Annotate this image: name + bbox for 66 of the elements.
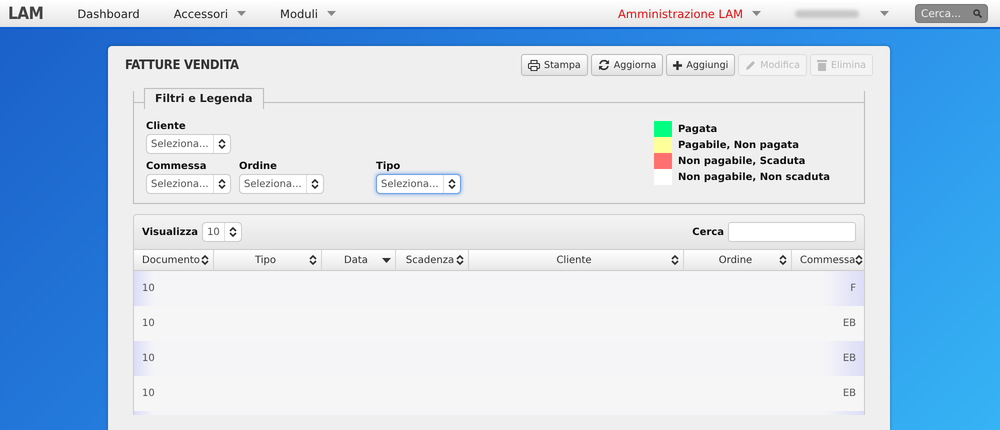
column-header[interactable]: Ordine	[684, 250, 792, 270]
legend-label: Pagata	[678, 124, 718, 134]
sort-icon	[228, 227, 237, 237]
page-length-select[interactable]: 10	[202, 222, 242, 242]
toolbar-button[interactable]: Stampa	[521, 54, 588, 76]
nav-menu-item[interactable]: Dashboard	[77, 6, 140, 20]
search-field[interactable]: Cerca...	[915, 4, 988, 23]
legend-label: Non pagabile, Scaduta	[678, 156, 806, 166]
column-header[interactable]: Scadenza	[396, 250, 469, 270]
printer-icon	[528, 60, 540, 70]
table-cell-text: F	[849, 283, 857, 294]
table-cell-text: EB	[842, 318, 857, 329]
caret-icon	[237, 11, 246, 16]
table-cell-text: 10	[141, 353, 156, 364]
user-menu[interactable]	[795, 10, 889, 18]
column-header[interactable]: Tipo	[214, 250, 322, 270]
sort-icon	[456, 255, 464, 265]
select-field[interactable]: Seleziona...	[376, 174, 461, 194]
legend-label: Pagabile, Non pagata	[678, 140, 799, 150]
sort-icon	[448, 179, 456, 189]
column-header[interactable]: Cliente	[469, 250, 684, 270]
table-cell-text: EB	[842, 353, 857, 364]
pencil-icon	[745, 60, 756, 70]
field-label: Commessa	[146, 161, 208, 172]
sort-icon	[201, 255, 209, 265]
length-label: Visualizza	[142, 226, 198, 238]
blurred-username	[795, 10, 859, 18]
plus-icon	[673, 60, 682, 70]
sort-descending-icon	[382, 258, 391, 262]
column-header[interactable]: Data	[322, 250, 396, 270]
field-label: Cliente	[146, 121, 187, 132]
trash-icon	[816, 59, 827, 71]
toolbar-button[interactable]: Aggiungi	[666, 54, 736, 76]
admin-menu-item[interactable]: Amministrazione LAM	[618, 6, 761, 20]
field-label: Ordine	[239, 161, 278, 172]
select-field[interactable]: Seleziona...	[146, 174, 231, 194]
sort-icon	[309, 255, 317, 265]
fieldset-legend: Filtri e Legenda	[144, 88, 264, 109]
select-field[interactable]: Seleziona...	[146, 134, 231, 154]
caret-icon	[880, 11, 889, 16]
caret-icon	[752, 11, 761, 16]
column-header[interactable]: Documento	[134, 250, 214, 270]
select-field[interactable]: Seleziona...	[239, 174, 324, 194]
table-cell-text: EB	[842, 388, 857, 399]
nav-menu-item[interactable]: Moduli	[280, 6, 336, 20]
search-field[interactable]	[728, 222, 856, 242]
search-label: Cerca	[692, 226, 724, 238]
nav-menu-item[interactable]: Accessori	[174, 6, 246, 20]
sort-icon	[671, 255, 679, 265]
sort-icon	[218, 179, 226, 189]
table-cell-text: 10	[141, 388, 156, 399]
search-icon	[973, 9, 982, 18]
brand-logo[interactable]: LAM	[8, 4, 44, 24]
table-cell-text: 10	[141, 318, 156, 329]
sort-icon	[310, 179, 319, 189]
field-label: Tipo	[376, 161, 402, 172]
table-cell-text: 10	[141, 283, 156, 294]
column-header[interactable]: Commessa	[792, 250, 864, 270]
refresh-icon	[598, 59, 610, 71]
sort-icon	[855, 255, 864, 265]
legend-label: Non pagabile, Non scaduta	[678, 172, 830, 182]
caret-icon	[326, 11, 336, 16]
sort-icon	[779, 255, 787, 265]
toolbar-button[interactable]: Aggiorna	[590, 54, 664, 76]
sort-icon	[218, 139, 226, 149]
page-title: FATTURE VENDITA	[125, 58, 239, 72]
